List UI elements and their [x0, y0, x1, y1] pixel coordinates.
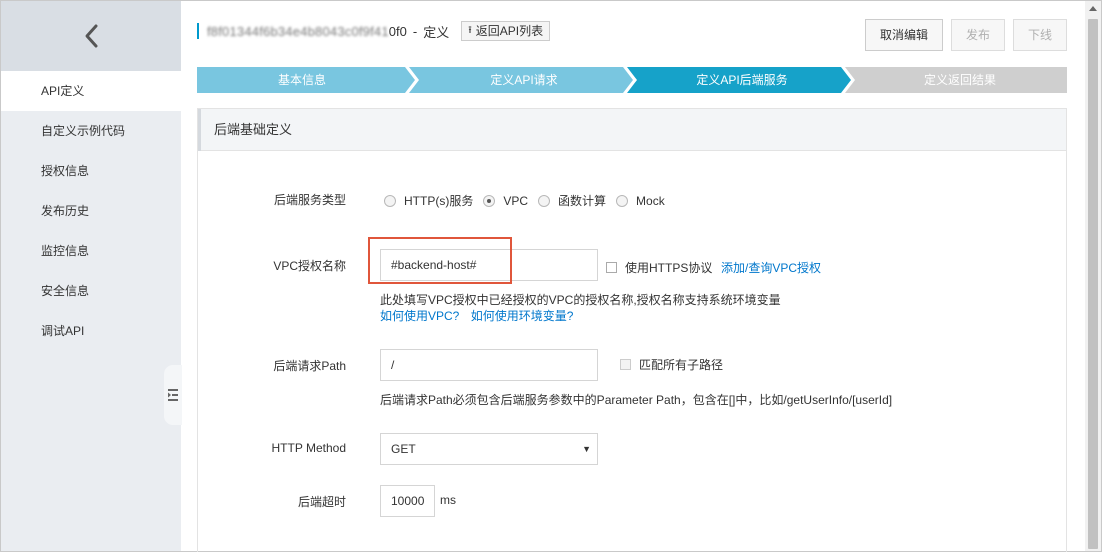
sidebar-header [1, 1, 181, 71]
add-vpc-auth-link[interactable]: 添加/查询VPC授权 [721, 259, 821, 276]
radio-vpc-label: VPC [503, 193, 529, 208]
backend-path-label: 后端请求Path [273, 359, 346, 373]
backend-path-input[interactable]: / [380, 349, 598, 381]
use-https-checkbox-box [606, 262, 617, 273]
sidebar-item-api-definition[interactable]: API定义 [1, 71, 181, 111]
radio-http-label: HTTP(s)服务 [404, 194, 474, 208]
title-accent-bar [197, 23, 199, 39]
scroll-up-icon[interactable] [1089, 6, 1097, 11]
match-all-subpaths-checkbox[interactable]: 匹配所有子路径 [620, 356, 723, 373]
use-https-checkbox[interactable]: 使用HTTPS协议 [606, 259, 712, 276]
http-method-label: HTTP Method [271, 441, 346, 455]
radio-mock-label: Mock [636, 193, 665, 208]
back-to-api-list-label: 返回API列表 [475, 24, 544, 38]
backend-definition-panel: 后端基础定义 后端服务类型 HTTP(s)服务 VPC 函数计算 Mock VP… [197, 108, 1067, 552]
api-id-suffix: 0f0 [388, 23, 407, 39]
sidebar-item-debug-api[interactable]: 调试API [1, 311, 181, 351]
backend-type-label: 后端服务类型 [273, 193, 346, 207]
panel-title: 后端基础定义 [198, 109, 1066, 151]
vpc-help-links: 如何使用VPC? 如何使用环境变量? [380, 307, 573, 324]
cancel-edit-button[interactable]: 取消编辑 [864, 19, 943, 51]
collapse-sidebar-icon [168, 389, 178, 401]
vpc-name-highlight [368, 237, 512, 284]
timeout-unit: ms [440, 493, 456, 507]
step-basic-info[interactable]: 基本信息 [197, 67, 407, 93]
radio-vpc[interactable]: VPC [483, 194, 528, 208]
sidebar-item-custom-sample-code[interactable]: 自定义示例代码 [1, 111, 181, 151]
backend-path-help: 后端请求Path必须包含后端服务参数中的Parameter Path，包含在[]… [380, 393, 893, 407]
radio-function-compute-dot [538, 194, 551, 207]
radio-function-compute-label: 函数计算 [558, 194, 607, 208]
scrollbar-thumb[interactable] [1088, 19, 1098, 549]
radio-function-compute[interactable]: 函数计算 [538, 192, 606, 209]
how-to-use-env-link[interactable]: 如何使用环境变量? [471, 309, 574, 323]
step-define-response[interactable]: 定义返回结果 [855, 67, 1065, 93]
sidebar: API定义 自定义示例代码 授权信息 发布历史 监控信息 安全信息 调试API [1, 1, 182, 551]
main-content: f8f01344f6b34e4b8043c0f9f41 0f0 - 定义 ⭱ 返… [181, 1, 1084, 552]
back-to-api-list-button[interactable]: ⭱ 返回API列表 [461, 21, 551, 41]
page-label: 定义 [423, 24, 450, 40]
backend-timeout-input[interactable]: 10000 [380, 485, 435, 517]
publish-button[interactable]: 发布 [950, 19, 1005, 51]
chevron-left-icon[interactable] [81, 23, 103, 49]
vpc-name-help: 此处填写VPC授权中已经授权的VPC的授权名称,授权名称支持系统环境变量 [380, 293, 781, 307]
api-id-redacted: f8f01344f6b34e4b8043c0f9f41 [207, 23, 389, 39]
step-define-backend[interactable]: 定义API后端服务 [637, 67, 847, 93]
radio-http[interactable]: HTTP(s)服务 [384, 192, 473, 209]
use-https-label: 使用HTTPS协议 [625, 261, 713, 275]
sidebar-item-publish-history[interactable]: 发布历史 [1, 191, 181, 231]
radio-mock-dot [616, 194, 629, 207]
step-progress: 基本信息 定义API请求 定义API后端服务 定义返回结果 [197, 67, 1067, 93]
offline-button[interactable]: 下线 [1012, 19, 1067, 51]
return-icon: ⭱ [468, 25, 472, 36]
radio-vpc-dot [483, 194, 496, 207]
match-all-subpaths-checkbox-box [620, 359, 631, 370]
how-to-use-vpc-link[interactable]: 如何使用VPC? [380, 309, 459, 323]
vpc-name-label: VPC授权名称 [273, 259, 346, 273]
sidebar-item-authorization[interactable]: 授权信息 [1, 151, 181, 191]
match-all-subpaths-label: 匹配所有子路径 [639, 358, 724, 372]
title-separator: - [412, 23, 418, 39]
sidebar-item-security[interactable]: 安全信息 [1, 271, 181, 311]
page-title: f8f01344f6b34e4b8043c0f9f41 0f0 - 定义 ⭱ 返… [197, 21, 551, 41]
backend-timeout-label: 后端超时 [297, 495, 346, 509]
backend-type-radio-group: HTTP(s)服务 VPC 函数计算 Mock [384, 192, 675, 209]
step-define-request[interactable]: 定义API请求 [419, 67, 629, 93]
top-actions: 取消编辑 发布 下线 [864, 19, 1067, 51]
radio-mock[interactable]: Mock [616, 194, 665, 208]
http-method-value: GET [391, 442, 416, 456]
vertical-scrollbar[interactable] [1085, 1, 1101, 551]
http-method-select[interactable]: GET ▼ [380, 433, 598, 465]
sidebar-collapse-handle[interactable] [164, 365, 182, 425]
sidebar-item-monitoring[interactable]: 监控信息 [1, 231, 181, 271]
caret-down-icon: ▼ [582, 444, 591, 454]
radio-http-dot [384, 194, 396, 207]
